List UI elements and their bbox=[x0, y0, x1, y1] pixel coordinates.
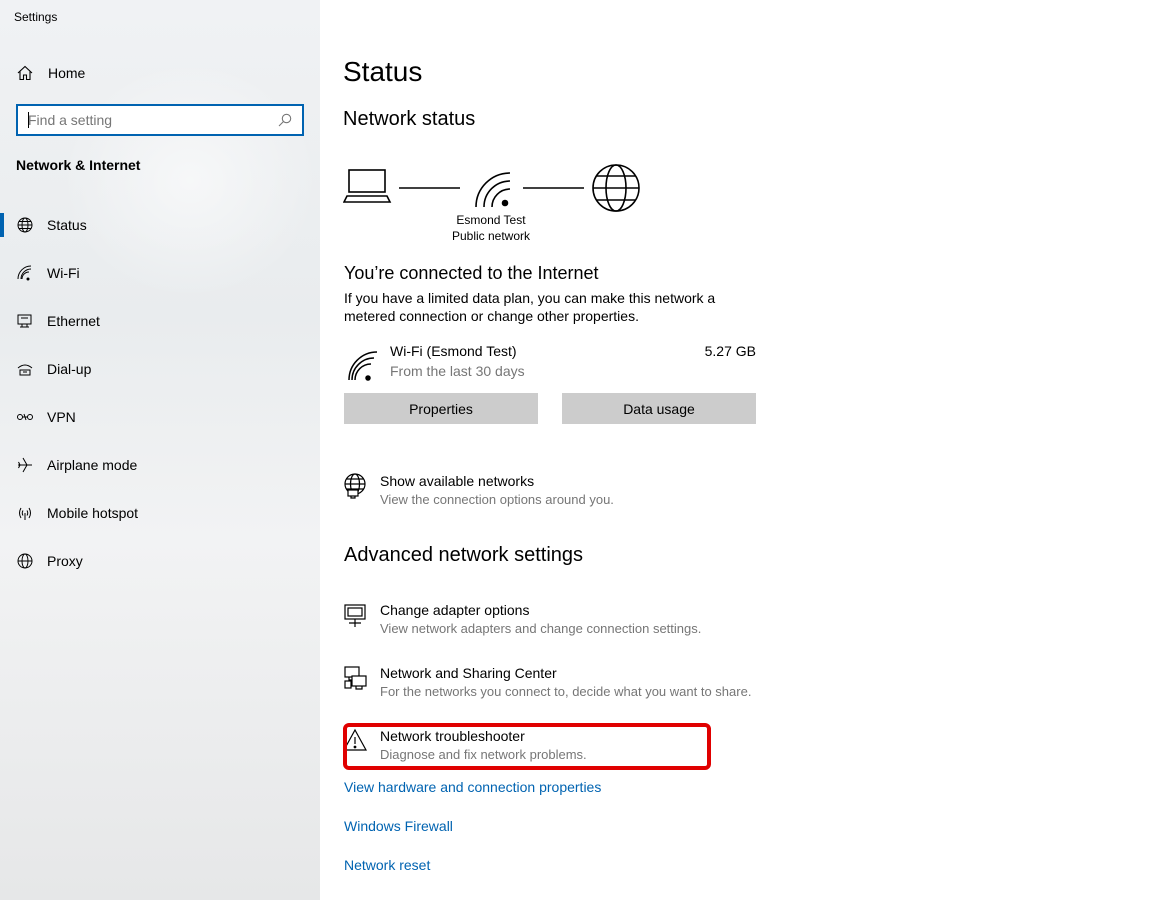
properties-button[interactable]: Properties bbox=[344, 393, 538, 424]
connected-heading: You’re connected to the Internet bbox=[344, 263, 599, 283]
sidebar-item-ethernet[interactable]: Ethernet bbox=[0, 297, 320, 345]
wifi-signal-icon bbox=[475, 172, 511, 208]
advanced-settings-heading: Advanced network settings bbox=[344, 544, 584, 566]
network-reset-link[interactable]: Network reset bbox=[344, 857, 430, 873]
main-content: Status Network status Esmond Test Public… bbox=[320, 0, 1150, 900]
sidebar-item-label: Proxy bbox=[47, 553, 83, 569]
search-box[interactable] bbox=[16, 104, 304, 136]
home-nav-item[interactable]: Home bbox=[16, 62, 85, 84]
sidebar-item-status[interactable]: Status bbox=[0, 201, 320, 249]
sidebar-item-vpn[interactable]: VPN bbox=[0, 393, 320, 441]
sidebar: Settings Home Network & Internet Status bbox=[0, 0, 320, 900]
search-input[interactable] bbox=[18, 106, 278, 134]
text-cursor bbox=[28, 112, 29, 128]
globe-icon bbox=[16, 552, 34, 570]
hardware-properties-link[interactable]: View hardware and connection properties bbox=[344, 779, 601, 795]
wifi-connection-name: Wi-Fi (Esmond Test) bbox=[390, 343, 517, 359]
network-diagram-graphic bbox=[342, 164, 640, 212]
wifi-connection-row: Wi-Fi (Esmond Test) From the last 30 day… bbox=[344, 341, 756, 385]
app-title: Settings bbox=[14, 10, 58, 24]
dialup-icon bbox=[16, 360, 34, 378]
adapter-icon bbox=[344, 604, 366, 627]
wifi-icon bbox=[16, 264, 34, 282]
sidebar-item-dialup[interactable]: Dial-up bbox=[0, 345, 320, 393]
search-icon[interactable] bbox=[278, 113, 292, 127]
wifi-data-usage: 5.27 GB bbox=[704, 343, 756, 359]
windows-firewall-link[interactable]: Windows Firewall bbox=[344, 818, 453, 834]
change-adapter-options[interactable]: Change adapter options View network adap… bbox=[343, 602, 763, 642]
sidebar-item-mobile-hotspot[interactable]: Mobile hotspot bbox=[0, 489, 320, 537]
internet-globe-icon bbox=[592, 164, 640, 212]
sidebar-item-airplane-mode[interactable]: Airplane mode bbox=[0, 441, 320, 489]
change-adapter-title: Change adapter options bbox=[380, 602, 530, 618]
sidebar-item-label: Status bbox=[47, 217, 87, 233]
airplane-icon bbox=[16, 456, 34, 474]
page-title: Status bbox=[343, 56, 423, 87]
hotspot-icon bbox=[16, 504, 34, 522]
network-sharing-center[interactable]: Network and Sharing Center For the netwo… bbox=[343, 665, 763, 705]
sharing-center-icon bbox=[344, 666, 367, 690]
network-name-label: Esmond Test bbox=[456, 213, 526, 227]
sidebar-item-label: Mobile hotspot bbox=[47, 505, 139, 521]
sharing-center-title: Network and Sharing Center bbox=[380, 665, 557, 681]
troubleshooter-highlight-box bbox=[343, 723, 711, 770]
change-adapter-desc: View network adapters and change connect… bbox=[380, 621, 702, 636]
network-status-heading: Network status bbox=[343, 108, 476, 130]
home-label: Home bbox=[48, 65, 86, 81]
sidebar-item-label: VPN bbox=[47, 409, 76, 425]
ethernet-icon bbox=[16, 312, 34, 330]
sidebar-item-label: Ethernet bbox=[47, 313, 100, 329]
sharing-center-desc: For the networks you connect to, decide … bbox=[380, 684, 752, 699]
sidebar-item-label: Wi-Fi bbox=[47, 265, 80, 281]
network-diagram: Esmond Test Public network bbox=[342, 160, 643, 250]
show-networks-desc: View the connection options around you. bbox=[380, 492, 614, 507]
globe-status-icon bbox=[16, 216, 34, 234]
vpn-icon bbox=[16, 408, 34, 426]
data-usage-button[interactable]: Data usage bbox=[562, 393, 756, 424]
home-icon bbox=[17, 65, 33, 81]
laptop-icon bbox=[342, 169, 392, 203]
connected-description: If you have a limited data plan, you can… bbox=[344, 290, 716, 324]
sidebar-item-wifi[interactable]: Wi-Fi bbox=[0, 249, 320, 297]
show-available-networks[interactable]: Show available networks View the connect… bbox=[343, 473, 763, 513]
network-type-label: Public network bbox=[451, 229, 531, 243]
sidebar-nav: Status Wi-Fi Ethernet Dial-up VPN Airpla… bbox=[0, 201, 320, 585]
sidebar-item-proxy[interactable]: Proxy bbox=[0, 537, 320, 585]
available-networks-icon bbox=[344, 473, 366, 499]
wifi-usage-period: From the last 30 days bbox=[390, 363, 525, 379]
wifi-signal-icon bbox=[348, 351, 378, 381]
sidebar-item-label: Dial-up bbox=[47, 361, 92, 377]
section-title: Network & Internet bbox=[16, 157, 141, 173]
show-networks-title: Show available networks bbox=[380, 473, 535, 489]
sidebar-item-label: Airplane mode bbox=[47, 457, 138, 473]
